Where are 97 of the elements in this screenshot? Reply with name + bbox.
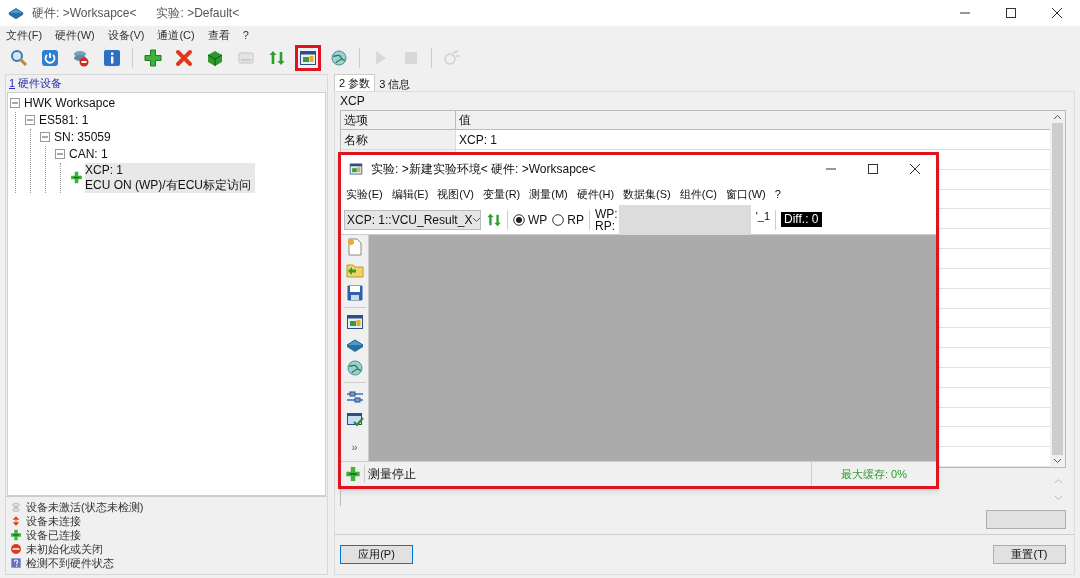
more-button[interactable]: » [351,439,358,456]
reset-button[interactable]: 重置(T) [993,545,1066,564]
column-header: 值 [458,112,472,129]
menu-item[interactable]: 编辑(E) [391,185,429,203]
legend-label: 未初始化或关闭 [26,541,103,557]
close-icon [909,163,921,175]
tab[interactable]: 2 参数 [334,74,376,91]
section-title: XCP [339,93,366,110]
page-suffix: '_1 [755,209,771,224]
column-header: 选项 [341,111,456,129]
apply-button[interactable]: 应用(P) [340,545,413,564]
unknown-status-icon [10,557,22,569]
legend-label: 设备未激活(状态未检测) [26,499,144,515]
collapse-icon[interactable] [25,115,36,126]
side-tool-button[interactable] [345,388,364,406]
menu-item[interactable]: 通道(C) [157,26,195,44]
table-cell-text: XCP: 1 [458,132,498,149]
device-minus-icon [72,48,90,67]
window-title: 硬件: >Worksapce< [32,5,137,22]
menu-item[interactable]: 实验(E) [346,185,383,203]
rp-label: RP: [595,219,617,232]
cube-icon [206,48,224,67]
caret-icon [472,216,482,223]
menu-item[interactable]: 硬件(H) [576,185,615,203]
maximize-icon [867,163,879,175]
menu-item[interactable]: 数据集(S) [623,185,671,203]
tree-item-label: XCP: 1 [85,163,124,178]
side-tool-button[interactable] [345,313,364,331]
delete-icon [175,48,193,67]
scrollbar[interactable] [1050,111,1065,467]
tree-item[interactable]: HWK Worksapce [24,95,116,112]
wp-label: WP: [595,207,618,220]
button[interactable] [986,510,1066,529]
menu-item[interactable]: 窗口(W) [726,185,766,203]
device-disconnected-icon [10,515,22,527]
diff-indicator: Diff.: 0 [781,212,822,227]
window-icon [349,162,363,176]
device-inactive-icon [10,501,22,513]
save-icon [345,284,364,302]
legend-label: 设备未连接 [26,513,81,529]
side-tool-button[interactable] [345,284,364,302]
window-icon [299,48,317,67]
status-text: 测量停止 [364,465,416,483]
tab[interactable]: 3 信息 [375,76,415,91]
tree-item[interactable]: CAN: 1 [69,146,108,163]
toolbar-button[interactable] [295,44,321,71]
up-down-arrows-icon[interactable] [486,211,502,228]
menu-item[interactable]: 视图(V) [437,185,474,203]
power-icon [41,48,59,67]
page-radio[interactable]: WP [513,210,548,229]
legend-label: 设备已连接 [26,527,81,543]
side-tool-button[interactable] [345,359,364,377]
checked-screen-icon [345,411,364,429]
layer-icon [8,5,24,21]
device-connected-icon [345,466,361,482]
window-subtitle: 实验: >Default< [156,5,240,22]
maximize-icon [1005,7,1017,19]
menu-item[interactable]: ? [242,26,249,44]
side-tool-button[interactable] [345,411,364,429]
menu-item[interactable]: 硬件(W) [55,26,95,44]
menu-item[interactable]: 文件(F) [6,26,43,44]
window-icon [345,313,364,331]
collapse-icon[interactable] [40,132,51,143]
buffer-status: 最大缓存: 0% [841,466,907,482]
new-document-icon [345,238,364,256]
menu-item[interactable]: 设备(V) [107,26,145,44]
device-connected-icon [70,171,83,184]
menu-item[interactable]: ? [774,185,781,203]
collapse-icon[interactable] [10,98,21,109]
table-cell: 名称 [341,130,456,149]
scroll-up-icon[interactable] [1053,114,1062,120]
page-radio[interactable]: RP [552,210,584,229]
tree-item[interactable]: XCP: 1 ECU ON (WP)/有ECU标定访问 [85,163,255,193]
globe-icon [330,48,348,67]
menu-item[interactable]: 变量(R) [483,185,521,203]
scroll-down-icon[interactable] [1053,458,1062,464]
collapse-icon[interactable] [55,149,66,160]
legend-label: 检测不到硬件状态 [26,555,114,571]
variable-dropdown[interactable]: XCP: 1::VCU_Result_X [344,209,481,230]
globe-icon [345,359,364,377]
close-icon [1051,7,1063,19]
tree-item-detail: ECU ON (WP)/有ECU标定访问 [85,178,251,193]
info-icon [103,48,121,67]
search-icon [10,48,28,67]
sliders-icon [345,388,364,406]
network-icon [443,48,461,67]
menu-item[interactable]: 查看 [207,26,230,44]
device-connected-icon [10,529,22,541]
tree-item[interactable]: ES581: 1 [39,112,89,129]
menu-item[interactable]: 组件(C) [679,185,718,203]
closed-icon [10,543,22,555]
menu-item[interactable]: 测量(M) [529,185,568,203]
window-title: 实验: >新建实验环境< 硬件: >Worksapce< [371,161,596,178]
folder-icon [345,261,364,279]
tree-item[interactable]: SN: 35059 [54,129,111,146]
panel-tab[interactable]: 1 硬件设备 [9,75,63,92]
plus-icon [144,48,162,67]
